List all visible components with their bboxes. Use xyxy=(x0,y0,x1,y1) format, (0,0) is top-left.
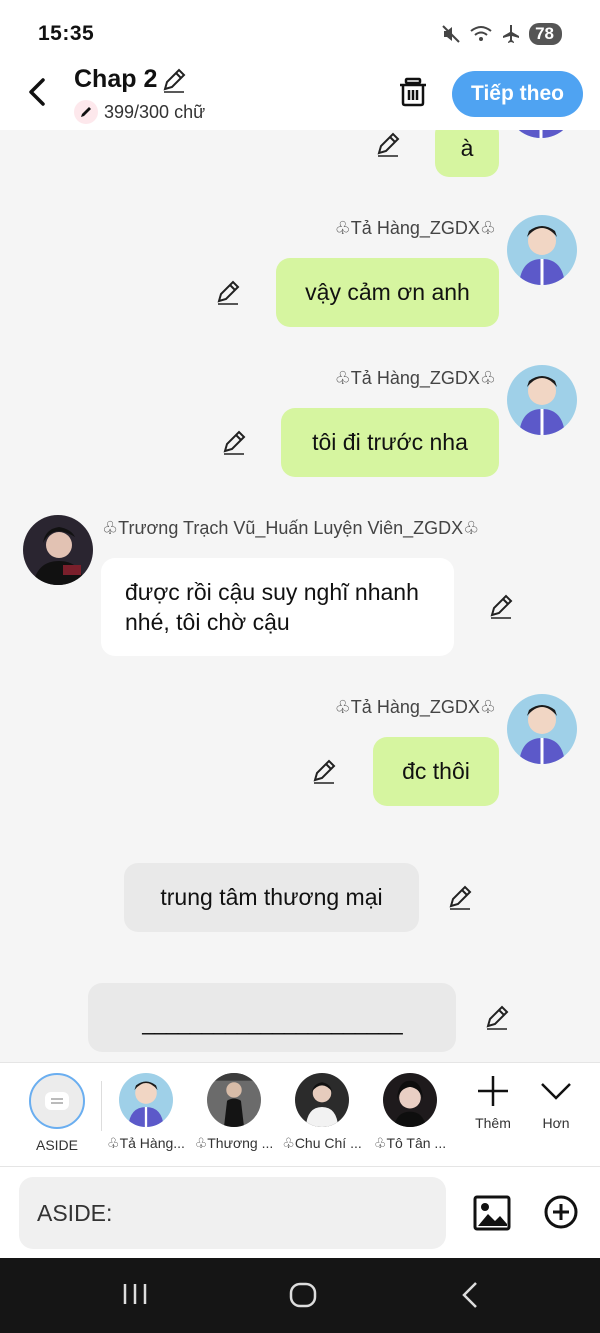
divider xyxy=(101,1081,102,1131)
home-icon[interactable] xyxy=(288,1280,318,1315)
avatar[interactable] xyxy=(506,130,576,138)
edit-message-icon[interactable] xyxy=(483,1003,511,1031)
airplane-icon xyxy=(501,24,521,44)
character-label: ♧Tô Tân ... xyxy=(373,1135,447,1151)
word-count: 399/300 chữ xyxy=(104,101,206,122)
battery-icon: 78 xyxy=(529,23,562,45)
chat-area: à ♧Tả Hàng_ZGDX♧ vậy cảm ơn anh ♧Tả Hàng… xyxy=(0,130,600,1062)
collapse-label: Hơn xyxy=(542,1115,570,1131)
edit-message-icon[interactable] xyxy=(374,130,402,158)
next-chapter-button[interactable]: Tiếp theo xyxy=(452,71,583,117)
message-bubble[interactable]: à xyxy=(435,130,499,177)
message-bubble[interactable]: được rồi cậu suy nghĩ nhanh nhé, tôi chờ… xyxy=(101,558,454,656)
avatar xyxy=(207,1073,261,1127)
character-selector: ASIDE ♧Tả Hàng... ♧Thương ... ♧Chu Chí .… xyxy=(0,1062,600,1166)
status-time: 15:35 xyxy=(38,22,95,45)
avatar[interactable] xyxy=(507,215,577,285)
edit-message-icon[interactable] xyxy=(446,883,474,911)
sender-name: ♧Trương Trạch Vũ_Huấn Luyện Viên_ZGDX♧ xyxy=(102,518,480,538)
edit-message-icon[interactable] xyxy=(220,428,248,456)
compose-bar xyxy=(0,1166,600,1258)
character-label: ASIDE xyxy=(35,1137,78,1153)
aside-icon xyxy=(29,1073,85,1129)
wifi-icon xyxy=(469,24,493,44)
character-label: ♧Thương ... xyxy=(194,1135,274,1151)
edit-message-icon[interactable] xyxy=(214,278,242,306)
avatar[interactable] xyxy=(507,365,577,435)
avatar xyxy=(119,1073,173,1127)
edit-message-icon[interactable] xyxy=(310,757,338,785)
message-input[interactable] xyxy=(19,1177,446,1249)
more-label: Thêm xyxy=(475,1115,511,1131)
character-item[interactable]: ♧Chu Chí ... xyxy=(280,1073,364,1152)
edit-title-icon[interactable] xyxy=(160,66,188,99)
character-item[interactable]: ♧Thương ... xyxy=(192,1073,276,1152)
sender-name: ♧Tả Hàng_ZGDX♧ xyxy=(334,218,496,238)
character-aside[interactable]: ASIDE xyxy=(15,1073,99,1153)
avatar[interactable] xyxy=(23,515,93,585)
mute-icon xyxy=(441,24,461,44)
chapter-title[interactable]: Chap 2 xyxy=(74,65,157,94)
aside-bubble[interactable]: ______________________ xyxy=(88,983,456,1052)
message-bubble[interactable]: tôi đi trước nha xyxy=(281,408,499,477)
image-icon[interactable] xyxy=(473,1194,511,1237)
plus-icon xyxy=(478,1076,508,1106)
pencil-icon xyxy=(74,100,98,124)
avatar xyxy=(383,1073,437,1127)
back-nav-icon[interactable] xyxy=(458,1280,482,1315)
trash-icon[interactable] xyxy=(397,76,429,108)
avatar xyxy=(295,1073,349,1127)
chevron-down-icon xyxy=(541,1083,571,1100)
recent-apps-icon[interactable] xyxy=(121,1280,149,1313)
aside-bubble[interactable]: trung tâm thương mại xyxy=(124,863,419,932)
add-circle-icon[interactable] xyxy=(543,1194,579,1235)
editor-header: Chap 2 399/300 chữ Tiếp theo xyxy=(0,60,600,130)
character-label: ♧Tả Hàng... xyxy=(107,1135,185,1151)
character-label: ♧Chu Chí ... xyxy=(282,1135,362,1151)
message-bubble[interactable]: đc thôi xyxy=(373,737,499,806)
sender-name: ♧Tả Hàng_ZGDX♧ xyxy=(334,697,496,717)
sender-name: ♧Tả Hàng_ZGDX♧ xyxy=(334,368,496,388)
system-nav-bar xyxy=(0,1258,600,1333)
chevron-left-icon xyxy=(29,78,45,106)
status-icons: 78 xyxy=(441,23,562,45)
back-button[interactable] xyxy=(22,74,52,110)
character-item[interactable]: ♧Tô Tân ... xyxy=(368,1073,452,1152)
word-count-row: 399/300 chữ xyxy=(74,100,205,124)
character-item[interactable]: ♧Tả Hàng... xyxy=(104,1073,188,1152)
message-bubble[interactable]: vậy cảm ơn anh xyxy=(276,258,499,327)
edit-message-icon[interactable] xyxy=(487,592,515,620)
more-characters-button[interactable]: Thêm xyxy=(463,1073,523,1131)
status-bar: 15:35 78 xyxy=(0,0,600,60)
avatar[interactable] xyxy=(507,694,577,764)
collapse-button[interactable]: Hơn xyxy=(526,1073,586,1131)
